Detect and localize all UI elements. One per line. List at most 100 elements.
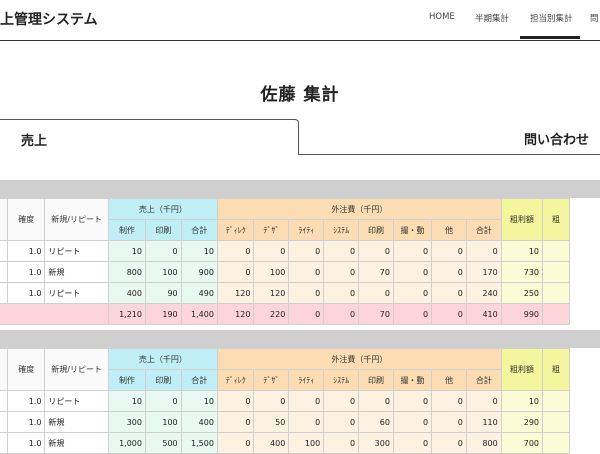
cell-sales: 1,500 bbox=[180, 432, 218, 454]
tab-sales[interactable]: 売上 bbox=[0, 119, 299, 155]
cell-extra bbox=[542, 303, 570, 325]
cell-outsourcing: 0 bbox=[392, 261, 433, 283]
cell-extra bbox=[542, 432, 570, 454]
cell-outsourcing: 240 bbox=[465, 282, 502, 304]
cell-outsourcing: 0 bbox=[216, 411, 255, 433]
cell-outsourcing: 0 bbox=[358, 240, 394, 262]
cell-a bbox=[0, 411, 9, 433]
cell-sales: 100 bbox=[144, 261, 182, 283]
cell-outsourcing: 0 bbox=[431, 390, 467, 412]
cell-outsourcing: 70 bbox=[358, 303, 394, 325]
cell-a bbox=[0, 282, 9, 304]
nav-active-indicator bbox=[520, 36, 580, 39]
col-header-kakudo: 確度 bbox=[7, 348, 46, 391]
sub-header-outs-total: 合計 bbox=[465, 219, 502, 241]
cell-a bbox=[0, 432, 9, 454]
cell-outsourcing: 0 bbox=[253, 390, 290, 412]
table-row: 1.0 リピート 10 0 10 0 0 0 0 0 0 0 0 10 bbox=[0, 390, 570, 412]
group-header-outsourcing: 外注費（千円） bbox=[216, 198, 502, 220]
col-header-arari: 粗利額 bbox=[500, 198, 544, 241]
sub-header-writing: ﾗｲﾃｨ bbox=[288, 219, 325, 241]
cell-outsourcing: 120 bbox=[216, 282, 255, 304]
tab-inquiries[interactable]: 問い合わせ bbox=[299, 119, 600, 155]
table-row: 1.0 新規 1,000 500 1,500 0 400 100 0 300 0 0 800 700 bbox=[0, 432, 570, 454]
cell-arari: 10 bbox=[500, 390, 544, 412]
cell-sales: 300 bbox=[107, 411, 146, 433]
cell-sales: 100 bbox=[144, 411, 182, 433]
cell-outsourcing: 0 bbox=[358, 390, 394, 412]
cell-arari: 250 bbox=[500, 282, 544, 304]
table-group-band bbox=[0, 180, 600, 198]
cell-extra bbox=[542, 261, 570, 283]
table-row: 1.0 リピート 400 90 490 120 120 0 0 0 0 0 240 250 bbox=[0, 282, 570, 304]
sub-header-design: ﾃﾞｻﾞ bbox=[253, 219, 290, 241]
nav-home[interactable]: HOME bbox=[429, 12, 455, 22]
nav-inquiries[interactable]: 問 bbox=[590, 12, 599, 24]
cell-kakudo: 1.0 bbox=[7, 432, 46, 454]
cell-outsourcing: 0 bbox=[323, 261, 360, 283]
cell-outsourcing: 0 bbox=[288, 240, 325, 262]
sub-header-photo-video: 撮・動 bbox=[392, 369, 433, 391]
col-header-extra: 粗 bbox=[542, 348, 570, 391]
cell-extra bbox=[542, 411, 570, 433]
cell-sales: 0 bbox=[144, 240, 182, 262]
group-header-outsourcing: 外注費（千円） bbox=[216, 348, 502, 370]
total-label-cell bbox=[0, 303, 109, 325]
cell-a bbox=[0, 390, 9, 412]
cell-outsourcing: 0 bbox=[431, 411, 467, 433]
cell-new-repeat: 新規 bbox=[44, 411, 109, 433]
cell-sales: 500 bbox=[144, 432, 182, 454]
sub-header-other: 他 bbox=[431, 369, 467, 391]
cell-new-repeat: リピート bbox=[44, 282, 109, 304]
sub-header-system: ｼｽﾃﾑ bbox=[323, 219, 360, 241]
cell-outsourcing: 70 bbox=[358, 261, 394, 283]
cell-outsourcing: 410 bbox=[465, 303, 502, 325]
cell-sales: 1,400 bbox=[180, 303, 218, 325]
cell-outsourcing: 0 bbox=[392, 240, 433, 262]
cell-outsourcing: 0 bbox=[216, 240, 255, 262]
cell-outsourcing: 0 bbox=[323, 432, 360, 454]
cell-outsourcing: 0 bbox=[358, 282, 394, 304]
group-header-sales: 売上（千円） bbox=[107, 348, 218, 370]
nav-half-year[interactable]: 半期集計 bbox=[475, 12, 509, 24]
col-header-extra: 粗 bbox=[542, 198, 570, 241]
sub-header-sales-total: 合計 bbox=[180, 369, 218, 391]
sub-header-direction: ﾃﾞｨﾚｸ bbox=[216, 219, 255, 241]
cell-outsourcing: 0 bbox=[216, 261, 255, 283]
cell-outsourcing: 0 bbox=[323, 240, 360, 262]
sub-header-writing: ﾗｲﾃｨ bbox=[288, 369, 325, 391]
cell-outsourcing: 100 bbox=[288, 432, 325, 454]
cell-new-repeat: リピート bbox=[44, 240, 109, 262]
cell-outsourcing: 0 bbox=[431, 261, 467, 283]
col-header-a: 容 bbox=[0, 198, 9, 241]
cell-arari: 730 bbox=[500, 261, 544, 283]
table-row: 1.0 新規 800 100 900 0 100 0 0 70 0 0 170 730 bbox=[0, 261, 570, 283]
cell-extra bbox=[542, 282, 570, 304]
cell-outsourcing: 0 bbox=[288, 411, 325, 433]
cell-outsourcing: 0 bbox=[216, 390, 255, 412]
col-header-kakudo: 確度 bbox=[7, 198, 46, 241]
nav-by-staff[interactable]: 担当別集計 bbox=[530, 12, 573, 24]
cell-kakudo: 1.0 bbox=[7, 240, 46, 262]
cell-kakudo: 1.0 bbox=[7, 390, 46, 412]
cell-outsourcing: 0 bbox=[288, 261, 325, 283]
cell-outsourcing: 120 bbox=[216, 303, 255, 325]
cell-sales: 900 bbox=[180, 261, 218, 283]
sub-header-outs-printing: 印刷 bbox=[358, 369, 394, 391]
cell-outsourcing: 0 bbox=[465, 390, 502, 412]
cell-outsourcing: 0 bbox=[323, 390, 360, 412]
cell-sales: 400 bbox=[180, 411, 218, 433]
cell-sales: 10 bbox=[180, 240, 218, 262]
cell-outsourcing: 0 bbox=[323, 411, 360, 433]
sub-header-printing: 印刷 bbox=[144, 369, 182, 391]
tab-inquiries-label: 問い合わせ bbox=[524, 133, 590, 148]
cell-arari: 10 bbox=[500, 240, 544, 262]
cell-arari: 700 bbox=[500, 432, 544, 454]
cell-outsourcing: 0 bbox=[288, 390, 325, 412]
cell-outsourcing: 0 bbox=[253, 240, 290, 262]
tab-sales-label: 売上 bbox=[21, 134, 48, 149]
table-group-band bbox=[0, 330, 600, 348]
sub-header-system: ｼｽﾃﾑ bbox=[323, 369, 360, 391]
cell-outsourcing: 0 bbox=[392, 303, 433, 325]
cell-sales: 0 bbox=[144, 390, 182, 412]
